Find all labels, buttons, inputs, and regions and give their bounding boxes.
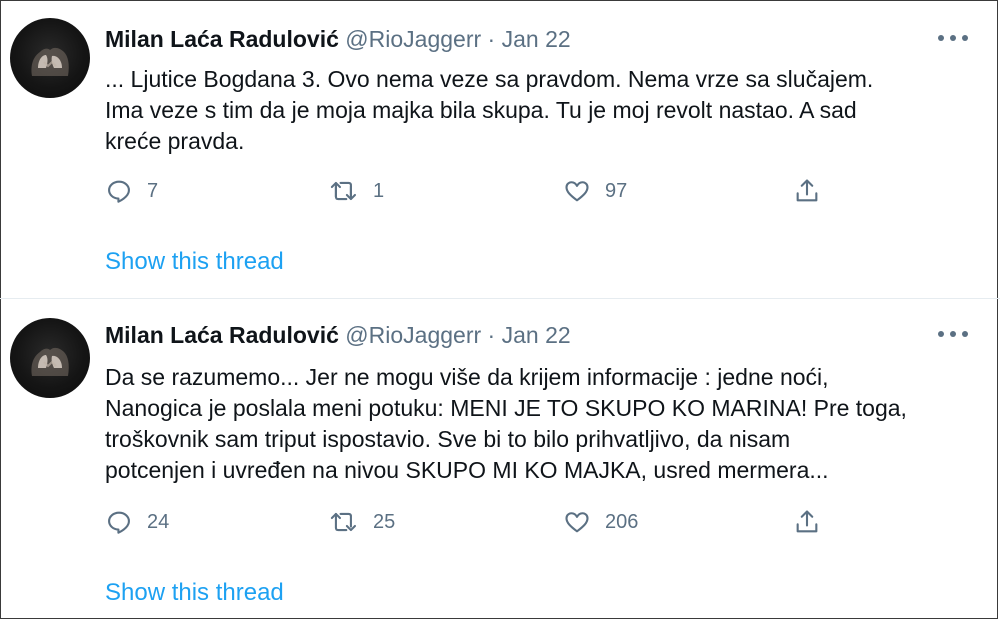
reply-button[interactable]: 7 (105, 176, 158, 206)
tweet-text-line: Nanogica je poslala meni potuku: MENI JE… (105, 395, 907, 421)
retweet-count: 25 (373, 510, 396, 533)
avatar[interactable] (10, 318, 90, 398)
retweet-icon (330, 181, 356, 201)
share-icon (796, 179, 818, 202)
tweet-header: Milan Laća Radulović @RioJaggerr · Jan 2… (105, 320, 571, 350)
separator-dot: · (487, 322, 496, 348)
tweet-date[interactable]: Jan 22 (502, 26, 571, 52)
retweet-button[interactable]: 25 (329, 507, 395, 537)
action-bar: 24 25 206 (105, 507, 835, 537)
tweet-text-line: Da se razumemo... Jer ne mogu više da kr… (105, 364, 829, 390)
author-name[interactable]: Milan Laća Radulović (105, 26, 339, 52)
reply-icon (108, 180, 130, 203)
action-bar: 7 1 97 (105, 176, 835, 206)
like-count: 206 (605, 510, 639, 533)
author-name[interactable]: Milan Laća Radulović (105, 322, 339, 348)
tweet-text-line: kreće pravda. (105, 128, 245, 154)
tweet-date[interactable]: Jan 22 (502, 322, 571, 348)
share-icon (796, 510, 818, 533)
tweet[interactable]: Milan Laća Radulović @RioJaggerr · Jan 2… (0, 299, 1000, 621)
show-thread-link[interactable]: Show this thread (105, 579, 284, 607)
retweet-button[interactable]: 1 (329, 176, 384, 206)
tweet-text: Da se razumemo... Jer ne mogu više da kr… (105, 362, 975, 486)
tweet-text-line: ... Ljutice Bogdana 3. Ovo nema veze sa … (105, 66, 874, 92)
tweet-header: Milan Laća Radulović @RioJaggerr · Jan 2… (105, 24, 571, 54)
tweet[interactable]: Milan Laća Radulović @RioJaggerr · Jan 2… (0, 0, 1000, 299)
more-options-icon[interactable] (938, 28, 968, 48)
author-handle[interactable]: @RioJaggerr (345, 26, 481, 52)
show-thread-link[interactable]: Show this thread (105, 248, 284, 276)
reply-icon (108, 511, 130, 534)
retweet-count: 1 (373, 179, 385, 202)
reply-count: 7 (147, 179, 159, 202)
share-button[interactable] (793, 176, 821, 206)
share-button[interactable] (793, 507, 821, 537)
tweet-text-line: Ima veze s tim da je moja majka bila sku… (105, 97, 857, 123)
tweet-text-line: troškovnik sam triput ispostavio. Sve bi… (105, 426, 791, 452)
tweet-text-line: potcenjen i uvređen na nivou SKUPO MI KO… (105, 457, 829, 483)
reply-button[interactable]: 24 (105, 507, 169, 537)
like-count: 97 (605, 179, 628, 202)
like-button[interactable]: 97 (563, 176, 627, 206)
retweet-icon (330, 512, 356, 532)
author-handle[interactable]: @RioJaggerr (345, 322, 481, 348)
avatar[interactable] (10, 18, 90, 98)
tweet-text: ... Ljutice Bogdana 3. Ovo nema veze sa … (105, 64, 975, 157)
separator-dot: · (487, 26, 496, 52)
reply-count: 24 (147, 510, 170, 533)
like-button[interactable]: 206 (563, 507, 638, 537)
heart-icon (565, 181, 589, 202)
heart-icon (565, 512, 589, 533)
more-options-icon[interactable] (938, 324, 968, 344)
